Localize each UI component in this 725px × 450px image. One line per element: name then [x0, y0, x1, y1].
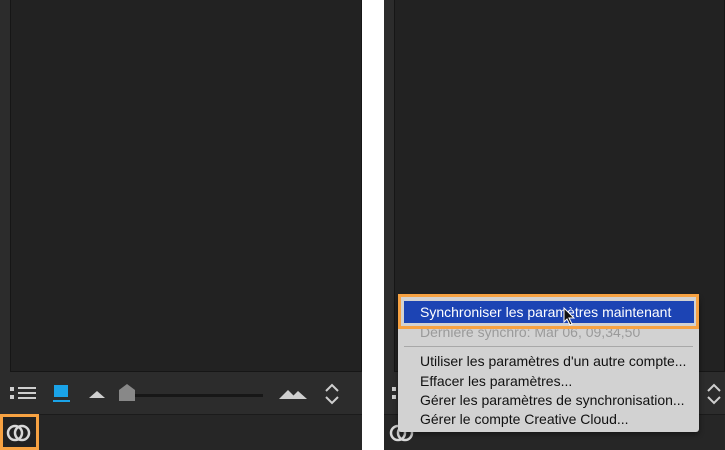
list-view-icon[interactable]	[8, 385, 38, 403]
mouse-cursor-icon	[563, 307, 576, 326]
single-image-icon[interactable]	[52, 383, 72, 405]
left-panel	[0, 0, 362, 450]
menu-item-manage-sync[interactable]: Gérer les paramètres de synchronisation.…	[420, 391, 685, 409]
thumbnail-size-slider[interactable]	[120, 394, 263, 397]
menu-item-clear-settings[interactable]: Effacer les paramètres...	[420, 372, 572, 390]
large-mountains-icon[interactable]	[278, 387, 308, 401]
thumbnail-browser-area[interactable]	[10, 0, 362, 372]
sort-arrows-icon[interactable]	[324, 383, 340, 405]
creative-cloud-icon-highlight	[0, 414, 39, 450]
slider-handle-icon[interactable]	[118, 383, 136, 403]
menu-item-use-other-account[interactable]: Utiliser les paramètres d'un autre compt…	[420, 352, 686, 370]
sort-arrows-icon[interactable]	[706, 383, 722, 405]
small-mountain-icon[interactable]	[88, 389, 106, 399]
menu-item-manage-cc-account[interactable]: Gérer le compte Creative Cloud...	[420, 410, 629, 428]
browser-toolbar	[0, 377, 362, 411]
menu-separator	[404, 346, 693, 347]
sync-now-highlight	[398, 294, 699, 329]
status-bar	[0, 414, 362, 450]
